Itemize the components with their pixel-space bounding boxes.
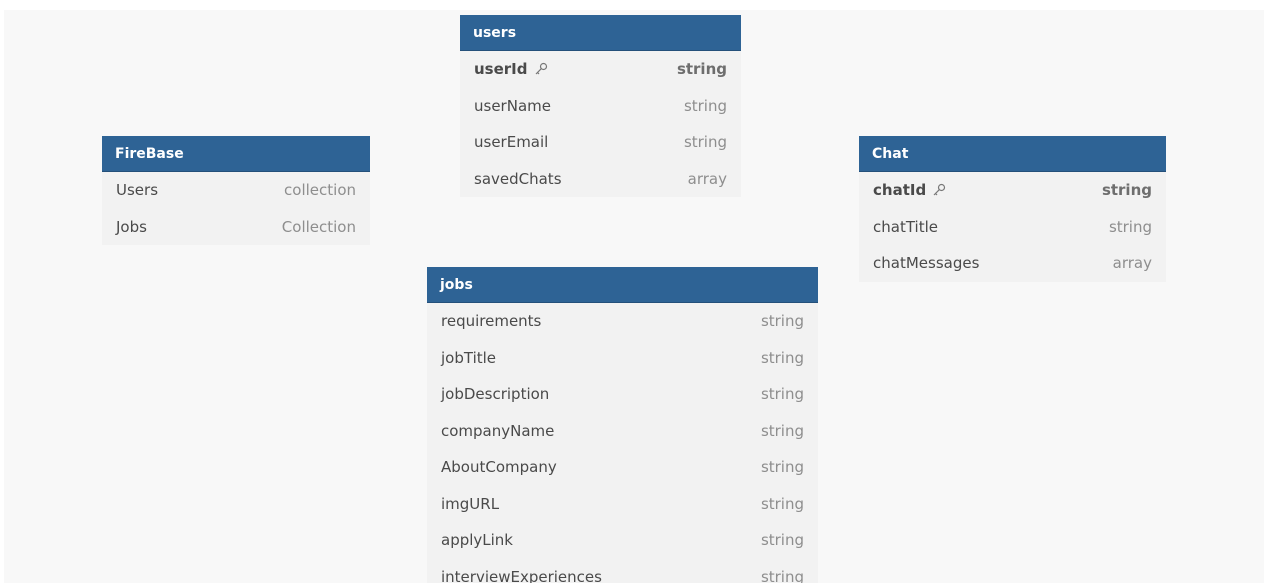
field-type: string bbox=[760, 312, 804, 331]
field-name: userName bbox=[474, 96, 551, 115]
field-name: chatMessages bbox=[873, 254, 980, 273]
field-type: string bbox=[683, 96, 727, 115]
field-type: string bbox=[760, 458, 804, 477]
field-type: string bbox=[760, 531, 804, 550]
field-name: userId bbox=[474, 60, 548, 78]
field-row[interactable]: savedChats array bbox=[460, 161, 741, 198]
field-name: applyLink bbox=[441, 531, 513, 550]
field-type: string bbox=[1101, 181, 1152, 200]
field-type: string bbox=[676, 60, 727, 79]
field-type: string bbox=[760, 494, 804, 513]
field-row[interactable]: companyName string bbox=[427, 413, 818, 450]
field-row[interactable]: chatMessages array bbox=[859, 245, 1166, 282]
field-type: Collection bbox=[281, 217, 356, 236]
field-type: string bbox=[760, 385, 804, 404]
field-row[interactable]: AboutCompany string bbox=[427, 449, 818, 486]
field-name: chatId bbox=[873, 181, 946, 199]
table-header-jobs[interactable]: jobs bbox=[427, 267, 818, 303]
field-type: string bbox=[1108, 217, 1152, 236]
field-type: string bbox=[760, 348, 804, 367]
field-name-text: chatId bbox=[873, 181, 927, 200]
field-name: requirements bbox=[441, 312, 542, 331]
field-name: AboutCompany bbox=[441, 458, 557, 477]
field-row[interactable]: jobTitle string bbox=[427, 340, 818, 377]
table-jobs[interactable]: jobs requirements string jobTitle string… bbox=[427, 267, 818, 583]
table-users[interactable]: users userId string userName string user… bbox=[460, 15, 741, 197]
field-row[interactable]: interviewExperiences string bbox=[427, 559, 818, 583]
field-name: jobDescription bbox=[441, 385, 550, 404]
table-header-firebase[interactable]: FireBase bbox=[102, 136, 370, 172]
field-row[interactable]: userEmail string bbox=[460, 124, 741, 161]
diagram-canvas[interactable]: users userId string userName string user… bbox=[4, 10, 1264, 583]
field-type: collection bbox=[284, 181, 356, 200]
field-row[interactable]: chatId string bbox=[859, 172, 1166, 209]
field-type: string bbox=[760, 421, 804, 440]
field-row[interactable]: imgURL string bbox=[427, 486, 818, 523]
table-header-chat[interactable]: Chat bbox=[859, 136, 1166, 172]
table-header-users[interactable]: users bbox=[460, 15, 741, 51]
field-name: interviewExperiences bbox=[441, 567, 602, 583]
field-name: imgURL bbox=[441, 494, 500, 513]
field-type: array bbox=[1112, 254, 1152, 273]
field-row[interactable]: userId string bbox=[460, 51, 741, 88]
field-row[interactable]: Users collection bbox=[102, 172, 370, 209]
field-row[interactable]: requirements string bbox=[427, 303, 818, 340]
field-type: string bbox=[683, 133, 727, 152]
field-row[interactable]: jobDescription string bbox=[427, 376, 818, 413]
field-name-text: userId bbox=[474, 60, 528, 79]
key-icon bbox=[932, 183, 946, 197]
field-name: userEmail bbox=[474, 133, 549, 152]
field-row[interactable]: userName string bbox=[460, 88, 741, 125]
table-chat[interactable]: Chat chatId string chatTitle string chat… bbox=[859, 136, 1166, 282]
field-type: string bbox=[760, 567, 804, 583]
field-type: array bbox=[687, 169, 727, 188]
field-row[interactable]: chatTitle string bbox=[859, 209, 1166, 246]
field-name: Jobs bbox=[116, 217, 147, 236]
field-row[interactable]: applyLink string bbox=[427, 522, 818, 559]
key-icon bbox=[534, 62, 548, 76]
field-row[interactable]: Jobs Collection bbox=[102, 209, 370, 246]
table-firebase[interactable]: FireBase Users collection Jobs Collectio… bbox=[102, 136, 370, 245]
field-name: companyName bbox=[441, 421, 555, 440]
field-name: savedChats bbox=[474, 169, 562, 188]
field-name: chatTitle bbox=[873, 217, 938, 236]
field-name: jobTitle bbox=[441, 348, 497, 367]
field-name: Users bbox=[116, 181, 159, 200]
